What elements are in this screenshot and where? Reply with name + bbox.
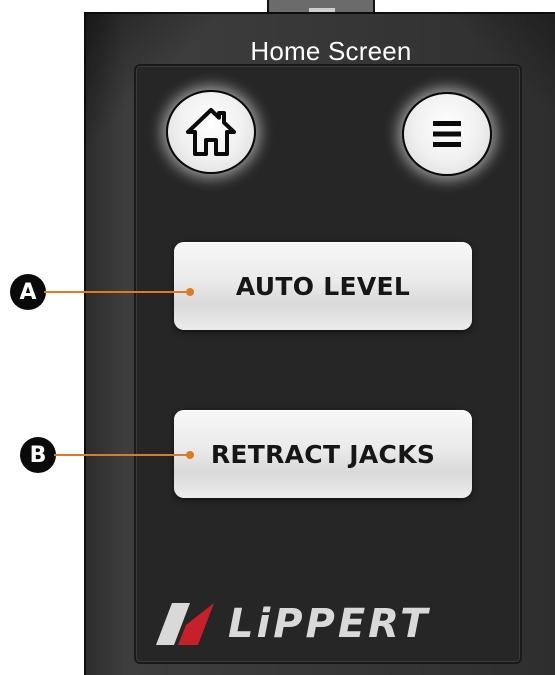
- auto-level-label: AUTO LEVEL: [235, 271, 411, 301]
- retract-jacks-button[interactable]: RETRACT JACKS: [174, 410, 472, 498]
- lippert-logo-mark: [156, 603, 214, 645]
- callout-dot-a: [186, 288, 194, 296]
- callout-badge-a: A: [10, 274, 46, 310]
- callout-line-b: [54, 454, 190, 456]
- screen-title: Home Screen: [250, 36, 412, 66]
- callout-dot-b: [186, 451, 194, 459]
- lippert-wordmark: LiPPERT: [228, 601, 431, 647]
- touch-screen: AUTO LEVEL RETRACT JACKS LiPPERT: [134, 64, 522, 664]
- menu-button[interactable]: [402, 92, 492, 176]
- figure: Home Screen AUTO LEVEL RETRACT JACKS LiP…: [0, 0, 555, 675]
- retract-jacks-label: RETRACT JACKS: [210, 439, 436, 469]
- callout-line-a: [44, 291, 190, 293]
- lippert-logo: LiPPERT: [156, 594, 506, 654]
- hamburger-menu-icon: [433, 121, 461, 147]
- home-button[interactable]: [166, 90, 256, 174]
- auto-level-button[interactable]: AUTO LEVEL: [174, 242, 472, 330]
- callout-badge-b: B: [20, 437, 56, 473]
- home-icon: [186, 108, 236, 156]
